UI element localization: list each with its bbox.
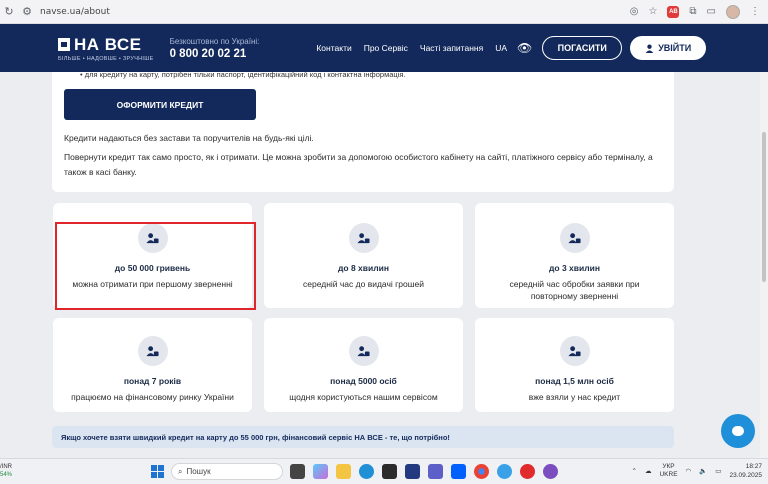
stat-desc: середній час обробки заявки при повторно… xyxy=(509,279,640,301)
stat-desc: можна отримати при першому зверненні xyxy=(72,279,233,289)
file-explorer-icon[interactable] xyxy=(336,464,351,479)
stat-user-icon xyxy=(559,223,590,253)
lang-top: УКР xyxy=(662,463,675,470)
stat-title: понад 5000 осіб xyxy=(330,376,397,386)
chat-button[interactable] xyxy=(721,414,755,448)
language-indicator[interactable]: УКР UKRE xyxy=(659,463,677,479)
paragraph-no-collateral: Кредити надаються без застави та поручит… xyxy=(64,133,314,143)
menu-icon[interactable]: ⋮ xyxy=(750,6,760,17)
taskbar-apps xyxy=(290,464,558,479)
volume-icon[interactable]: 🔈 xyxy=(699,467,707,475)
opera-icon[interactable] xyxy=(520,464,535,479)
logo-text: НА ВСЕ xyxy=(74,34,142,54)
stat-title: понад 1,5 млн осіб xyxy=(535,376,614,386)
clock-date: 23.09.2025 xyxy=(729,472,762,479)
search-placeholder: Пошук xyxy=(186,467,211,476)
star-icon[interactable]: ☆ xyxy=(648,6,657,17)
paragraph-repay-line1: Повернути кредит так само просто, як і о… xyxy=(64,152,653,162)
lang-bottom: UKRE xyxy=(659,471,678,478)
phone-block: Безкоштовно по Україні: 0 800 20 02 21 xyxy=(170,37,260,60)
paragraph-repay-line2: також в касі банку. xyxy=(64,167,137,177)
edge-icon[interactable] xyxy=(359,464,374,479)
login-button[interactable]: УВІЙТИ xyxy=(630,36,707,60)
logo-tagline: БІЛЬШЕ • НАДОВШЕ • ЗРУЧНІШЕ xyxy=(58,55,154,62)
site-info-icon[interactable]: ⚙ xyxy=(18,0,36,24)
scrollbar-thumb[interactable] xyxy=(762,132,766,282)
clock-time: 18:27 xyxy=(745,463,762,470)
stat-title: до 3 хвилин xyxy=(549,263,600,273)
stat-desc: середній час до видачі грошей xyxy=(302,279,424,289)
main-nav: Контакти Про Сервіс Часті запитання UA xyxy=(316,43,507,53)
stat-card: понад 1,5 млн осіб вже взяли у нас креди… xyxy=(475,318,674,412)
clock[interactable]: 18:27 23.09.2025 xyxy=(729,462,762,480)
stat-desc: працюємо на фінансовому ринку України xyxy=(71,392,234,402)
stat-title: до 8 хвилин xyxy=(338,263,389,273)
chat-bubble-icon xyxy=(732,426,744,436)
stat-card: понад 7 років працюємо на фінансовому ри… xyxy=(53,318,252,412)
weather-cloud-icon[interactable]: ☁ xyxy=(645,467,652,475)
stat-card: до 50 000 гривень можна отримати при пер… xyxy=(53,203,252,308)
stat-card: до 8 хвилин середній час до видачі гроше… xyxy=(264,203,463,308)
viber-icon[interactable] xyxy=(543,464,558,479)
stat-desc: вже взяли у нас кредит xyxy=(528,392,621,402)
windows-taskbar: /INR 54% ⌕ Пошук ⌃ ☁ УКР UKRE ◠ 🔈 ▭ 18:2… xyxy=(0,458,768,484)
system-tray: ⌃ ☁ УКР UKRE ◠ 🔈 ▭ 18:27 23.09.2025 xyxy=(632,462,762,480)
url-field[interactable]: navse.ua/about xyxy=(40,7,630,17)
reload-icon[interactable]: ↻ xyxy=(0,0,18,24)
stat-user-icon xyxy=(137,336,168,366)
stat-card: до 3 хвилин середній час обробки заявки … xyxy=(475,203,674,308)
logo-mark-icon xyxy=(58,38,70,51)
nav-contacts[interactable]: Контакти xyxy=(316,43,351,53)
taskbar-search[interactable]: ⌕ Пошук xyxy=(171,463,283,480)
site-header: НА ВСЕ БІЛЬШЕ • НАДОВШЕ • ЗРУЧНІШЕ Безко… xyxy=(0,24,768,72)
teams-icon[interactable] xyxy=(428,464,443,479)
bullet-text: • для кредиту на карту, потрібен тільки … xyxy=(80,70,406,79)
promo-banner: Якщо хочете взяти швидкий кредит на карт… xyxy=(52,426,674,448)
accessibility-eye-icon[interactable]: 👁 xyxy=(517,41,532,55)
user-icon xyxy=(645,44,654,53)
pay-button[interactable]: ПОГАСИТИ xyxy=(542,36,623,60)
stat-title: понад 7 років xyxy=(123,376,182,386)
profile-avatar[interactable] xyxy=(726,4,740,19)
info-card: • для кредиту на карту, потрібен тільки … xyxy=(52,70,674,192)
stat-user-icon xyxy=(559,336,590,366)
extensions-puzzle-icon[interactable]: ⧉ xyxy=(689,6,696,17)
browser-address-bar: ↻ ⚙ navse.ua/about ◎ ☆ AB ⧉ ▭ ⋮ xyxy=(0,0,768,24)
stat-user-icon xyxy=(348,336,379,366)
store-icon[interactable] xyxy=(382,464,397,479)
order-credit-button[interactable]: ОФОРМИТИ КРЕДИТ xyxy=(64,89,256,120)
telegram-icon[interactable] xyxy=(497,464,512,479)
nav-faq[interactable]: Часті запитання xyxy=(420,43,483,53)
copilot-app-icon[interactable] xyxy=(313,464,328,479)
dropbox-icon[interactable] xyxy=(451,464,466,479)
battery-icon[interactable]: ▭ xyxy=(715,467,721,475)
stat-user-icon xyxy=(137,223,168,253)
stat-card: понад 5000 осіб щодня користуються нашим… xyxy=(264,318,463,412)
nav-about[interactable]: Про Сервіс xyxy=(364,43,408,53)
sidebar-icon[interactable]: ▭ xyxy=(707,6,716,17)
page-scrollbar[interactable] xyxy=(760,72,768,458)
eye-off-icon[interactable]: ◎ xyxy=(630,6,639,17)
ticker-label: /INR xyxy=(0,464,12,470)
l-app-icon[interactable] xyxy=(405,464,420,479)
stat-desc: щодня користуються нашим сервісом xyxy=(289,392,438,402)
taskview-app-icon[interactable] xyxy=(290,464,305,479)
chrome-icon[interactable] xyxy=(474,464,489,479)
login-label: УВІЙТИ xyxy=(658,43,692,53)
ticker-value: 54% xyxy=(0,472,13,478)
wifi-icon[interactable]: ◠ xyxy=(686,467,692,475)
ticker-widget[interactable]: /INR 54% xyxy=(0,463,12,479)
extension-icon[interactable]: AB xyxy=(667,5,680,18)
site-logo[interactable]: НА ВСЕ БІЛЬШЕ • НАДОВШЕ • ЗРУЧНІШЕ xyxy=(58,35,154,62)
stat-user-icon xyxy=(348,223,379,253)
search-icon: ⌕ xyxy=(178,466,183,476)
phone-number[interactable]: 0 800 20 02 21 xyxy=(170,48,260,60)
stat-title: до 50 000 гривень xyxy=(114,263,191,273)
nav-language[interactable]: UA xyxy=(495,43,507,53)
phone-label: Безкоштовно по Україні: xyxy=(169,36,260,46)
chevron-up-icon[interactable]: ⌃ xyxy=(632,467,637,475)
windows-start-icon[interactable] xyxy=(151,465,164,478)
